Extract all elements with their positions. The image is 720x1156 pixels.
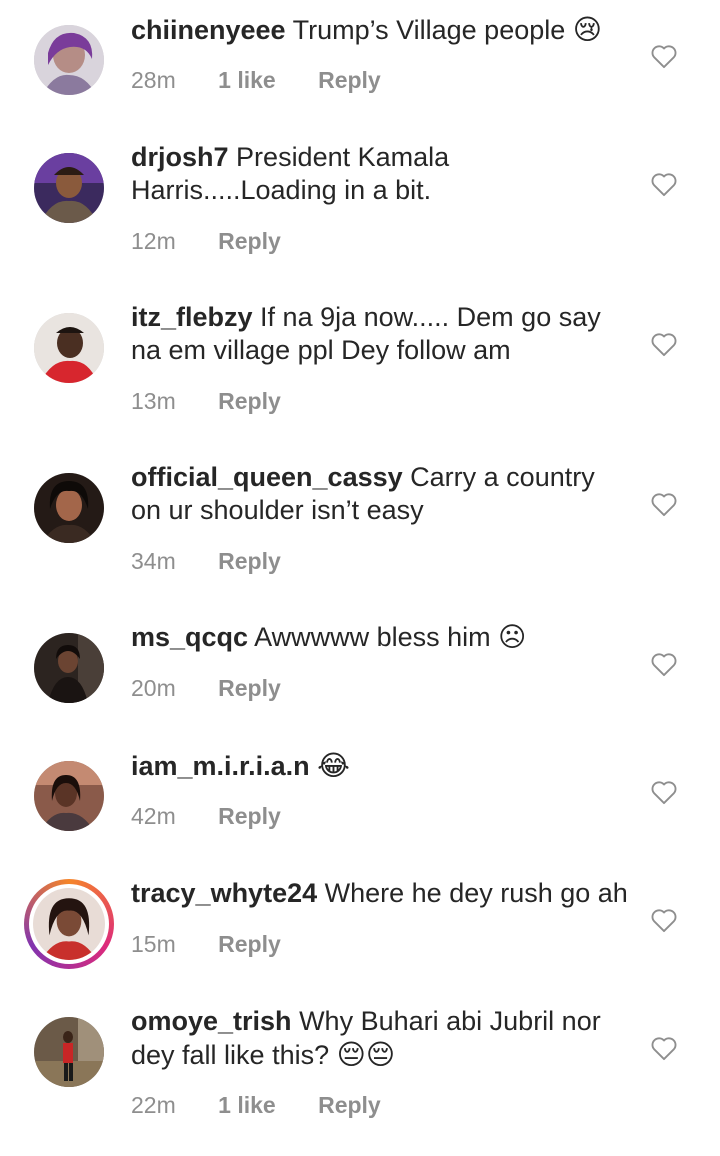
- avatar[interactable]: [34, 761, 104, 831]
- reply-button[interactable]: Reply: [218, 675, 281, 702]
- reply-button[interactable]: Reply: [218, 931, 281, 958]
- comment-timestamp: 34m: [131, 548, 176, 574]
- comment-text: itz_flebzy If na 9ja now..... Dem go say…: [131, 301, 631, 367]
- reply-button[interactable]: Reply: [318, 67, 381, 94]
- comment-username[interactable]: official_queen_cassy: [131, 462, 403, 492]
- comment-meta: 20m Reply: [131, 675, 317, 702]
- comment-meta: 13m Reply: [131, 388, 317, 415]
- comment-meta: 42m Reply: [131, 803, 317, 830]
- like-heart-icon[interactable]: [650, 907, 678, 933]
- avatar[interactable]: [34, 153, 104, 223]
- comment-timestamp: 28m: [131, 67, 176, 93]
- avatar-story-ring[interactable]: [24, 879, 114, 969]
- like-heart-icon[interactable]: [650, 779, 678, 805]
- comment-username[interactable]: chiinenyeee: [131, 15, 286, 45]
- like-heart-icon[interactable]: [650, 651, 678, 677]
- comment-meta: 28m 1 like Reply: [131, 67, 417, 94]
- comment-timestamp: 22m: [131, 1092, 176, 1118]
- comment-timestamp: 15m: [131, 931, 176, 957]
- avatar[interactable]: [34, 633, 104, 703]
- comment-text: tracy_whyte24 Where he dey rush go ah: [131, 877, 631, 910]
- reply-button[interactable]: Reply: [218, 548, 281, 575]
- reply-button[interactable]: Reply: [218, 228, 281, 255]
- like-heart-icon[interactable]: [650, 43, 678, 69]
- avatar[interactable]: [34, 1017, 104, 1087]
- comment-text: official_queen_cassy Carry a country on …: [131, 461, 631, 527]
- comment-timestamp: 42m: [131, 803, 176, 829]
- avatar[interactable]: [34, 473, 104, 543]
- like-heart-icon[interactable]: [650, 171, 678, 197]
- comment-text: ms_qcqc Awwwww bless him ☹: [131, 621, 631, 654]
- comment-username[interactable]: drjosh7: [131, 142, 229, 172]
- comment-username[interactable]: tracy_whyte24: [131, 878, 317, 908]
- comment-timestamp: 20m: [131, 675, 176, 701]
- comment-meta: 22m 1 like Reply: [131, 1092, 417, 1119]
- laughing-tears-emoji: 😂: [317, 750, 350, 781]
- comment-username[interactable]: ms_qcqc: [131, 622, 248, 652]
- comment-text: iam_m.i.r.i.a.n 😂: [131, 749, 631, 783]
- comment-text: drjosh7 President Kamala Harris.....Load…: [131, 141, 631, 207]
- comment-likes-count[interactable]: 1 like: [218, 1092, 276, 1119]
- like-heart-icon[interactable]: [650, 331, 678, 357]
- pensive-face-emoji: 😔😔: [336, 1039, 396, 1070]
- comments-list: chiinenyeee Trump’s Village people 😢 28m…: [0, 0, 720, 1156]
- comment-username[interactable]: omoye_trish: [131, 1006, 292, 1036]
- comment-meta: 34m Reply: [131, 548, 317, 575]
- avatar[interactable]: [34, 313, 104, 383]
- like-heart-icon[interactable]: [650, 1035, 678, 1061]
- comment-text: chiinenyeee Trump’s Village people 😢: [131, 13, 631, 47]
- comment-body: Awwwww bless him ☹: [254, 622, 527, 652]
- reply-button[interactable]: Reply: [218, 803, 281, 830]
- comment-timestamp: 12m: [131, 228, 176, 254]
- avatar[interactable]: [34, 25, 104, 95]
- comment-meta: 12m Reply: [131, 228, 317, 255]
- reply-button[interactable]: Reply: [218, 388, 281, 415]
- comment-username[interactable]: iam_m.i.r.i.a.n: [131, 751, 310, 781]
- avatar: [29, 884, 109, 964]
- avatar-photo: [33, 888, 105, 960]
- comment-likes-count[interactable]: 1 like: [218, 67, 276, 94]
- comment-meta: 15m Reply: [131, 931, 317, 958]
- comment-username[interactable]: itz_flebzy: [131, 302, 253, 332]
- reply-button[interactable]: Reply: [318, 1092, 381, 1119]
- comment-text: omoye_trish Why Buhari abi Jubril nor de…: [131, 1005, 631, 1072]
- comment-timestamp: 13m: [131, 388, 176, 414]
- comment-body: Trump’s Village people: [292, 15, 566, 45]
- like-heart-icon[interactable]: [650, 491, 678, 517]
- crying-face-emoji: 😢: [572, 14, 602, 45]
- comment-body: Where he dey rush go ah: [324, 878, 628, 908]
